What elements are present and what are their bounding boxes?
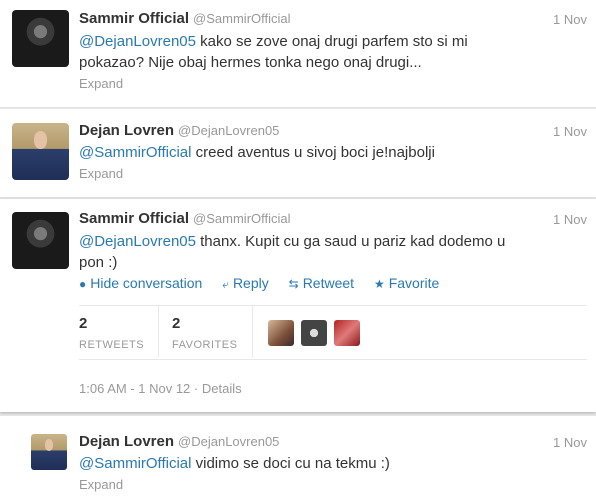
tweet-item[interactable]: Dejan Lovren @DejanLovren05 1 Nov @Sammir… (0, 416, 596, 503)
tweet-author[interactable]: Sammir Official @SammirOfficial (79, 10, 291, 27)
tweet-actions: ● Hide conversation ⤶ Reply ⇆ Retweet ★ Favo… (79, 275, 455, 292)
author-handle[interactable]: @DejanLovren05 (178, 434, 279, 449)
author-handle[interactable]: @SammirOfficial (193, 11, 290, 26)
mention-link[interactable]: @DejanLovren05 (79, 233, 196, 250)
tweet-meta: 1:06 AM - 1 Nov 12 · Details (79, 381, 242, 396)
divider (79, 305, 587, 306)
favoriter-avatar[interactable] (334, 320, 360, 346)
tweet-author[interactable]: Dejan Lovren @DejanLovren05 (79, 433, 279, 450)
tweet-timestamp[interactable]: 1:06 AM - 1 Nov 12 (79, 381, 190, 396)
mention-link[interactable]: @DejanLovren05 (79, 33, 196, 50)
reply-button[interactable]: ⤶ Reply (222, 275, 269, 291)
retweet-button[interactable]: ⇆ Retweet (289, 275, 354, 291)
speech-bubble-icon: ● (79, 277, 87, 291)
tweet-date[interactable]: 1 Nov (553, 12, 587, 27)
tweet-author[interactable]: Sammir Official @SammirOfficial (79, 210, 291, 227)
star-icon: ★ (373, 277, 385, 291)
favorite-button[interactable]: ★ Favorite (374, 275, 439, 291)
tweet-text: @DejanLovren05 thanx. Kupit cu ga saud u… (79, 233, 506, 271)
tweet-date[interactable]: 1 Nov (553, 124, 587, 139)
author-name[interactable]: Dejan Lovren (79, 122, 174, 139)
expand-link[interactable]: Expand (79, 166, 123, 181)
expand-link[interactable]: Expand (79, 477, 123, 492)
favorites-stat[interactable]: 2 FAVORITES (172, 315, 237, 351)
avatar[interactable] (12, 10, 69, 67)
tweet-item[interactable]: Sammir Official @SammirOfficial 1 Nov @De… (0, 0, 596, 108)
retweets-stat[interactable]: 2 RETWEETS (79, 315, 144, 351)
divider (252, 305, 253, 357)
tweet-date[interactable]: 1 Nov (553, 212, 587, 227)
favoriter-avatar[interactable] (268, 320, 294, 346)
favoriter-avatar[interactable] (301, 320, 327, 346)
avatar[interactable] (31, 434, 67, 470)
author-name[interactable]: Sammir Official (79, 210, 189, 227)
author-handle[interactable]: @SammirOfficial (193, 211, 290, 226)
tweet-text: @SammirOfficial creed aventus u sivoj bo… (79, 144, 435, 161)
avatar[interactable] (12, 123, 69, 180)
retweet-icon: ⇆ (288, 277, 299, 291)
divider (79, 359, 587, 360)
author-name[interactable]: Sammir Official (79, 10, 189, 27)
tweet-text: @DejanLovren05 kako se zove onaj drugi p… (79, 33, 468, 71)
author-name[interactable]: Dejan Lovren (79, 433, 174, 450)
avatar[interactable] (12, 212, 69, 269)
reply-arrow-icon: ⤶ (222, 277, 229, 291)
tweet-author[interactable]: Dejan Lovren @DejanLovren05 (79, 122, 279, 139)
tweet-text: @SammirOfficial vidimo se doci cu na tek… (79, 455, 390, 472)
author-handle[interactable]: @DejanLovren05 (178, 123, 279, 138)
mention-link[interactable]: @SammirOfficial (79, 455, 191, 472)
tweet-date[interactable]: 1 Nov (553, 435, 587, 450)
expand-link[interactable]: Expand (79, 76, 123, 91)
tweet-item[interactable]: Dejan Lovren @DejanLovren05 1 Nov @Sammir… (0, 109, 596, 198)
details-link[interactable]: Details (202, 381, 242, 396)
tweet-item-expanded[interactable]: Sammir Official @SammirOfficial 1 Nov @De… (0, 199, 596, 412)
divider (158, 305, 159, 357)
mention-link[interactable]: @SammirOfficial (79, 144, 191, 161)
hide-conversation-button[interactable]: ● Hide conversation (79, 275, 202, 291)
